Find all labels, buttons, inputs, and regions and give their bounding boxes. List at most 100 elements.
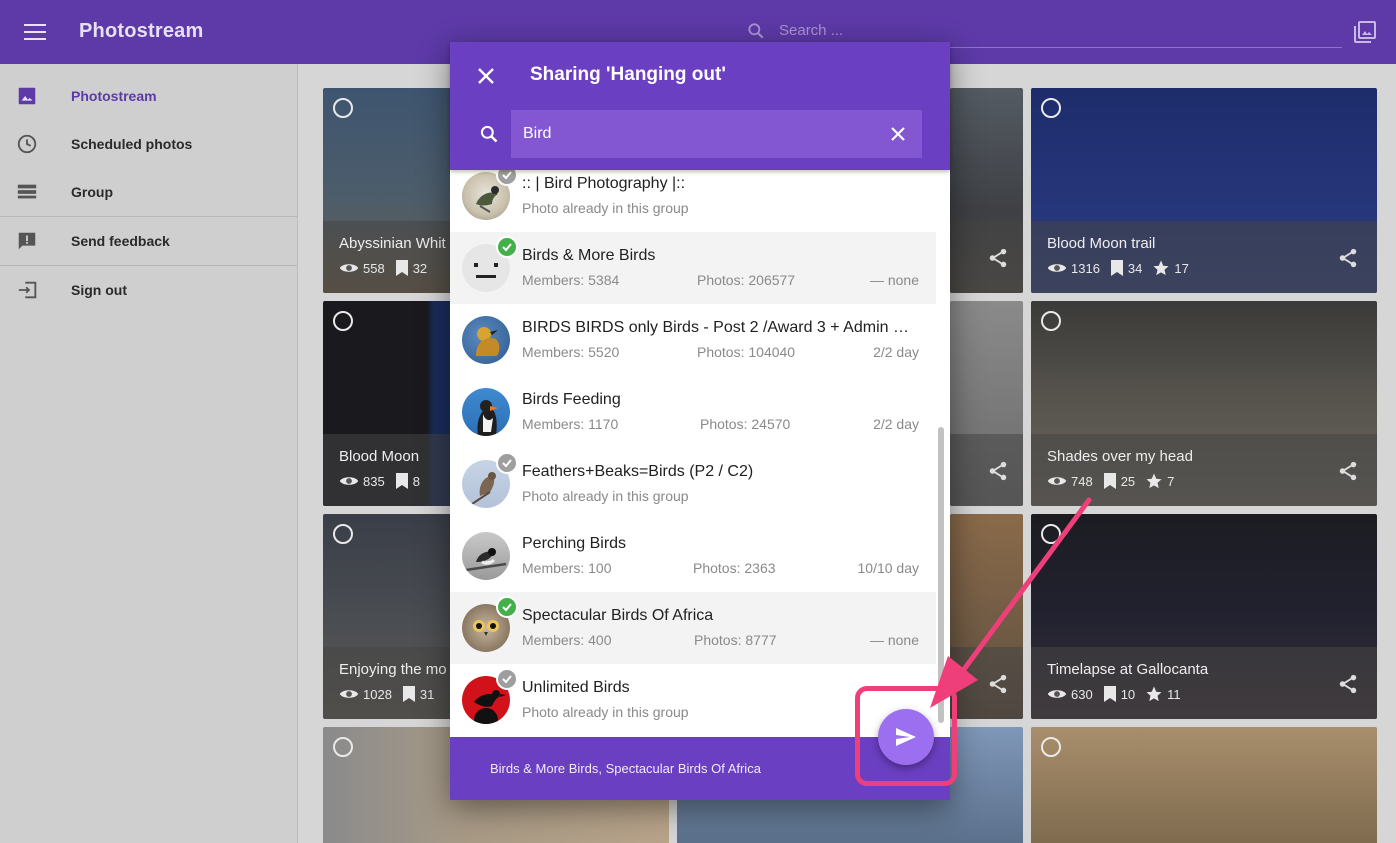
photo-stats: 835 8	[339, 472, 430, 490]
group-avatar	[462, 388, 510, 436]
photo-tile[interactable]: Blood Moon trail 1316 34 17	[1031, 88, 1377, 293]
bookmark-icon	[1110, 260, 1123, 276]
select-circle[interactable]	[1041, 737, 1061, 757]
group-photos: Photos: 24570	[700, 416, 791, 432]
list-scrollbar[interactable]	[938, 427, 944, 723]
group-limit: 2/2 day	[873, 416, 919, 432]
photo-tile[interactable]	[950, 88, 1023, 293]
photo-stats: 1028 31	[339, 685, 444, 703]
group-row[interactable]: Perching Birds Members: 100 Photos: 2363…	[450, 520, 936, 592]
eye-icon	[1047, 477, 1067, 485]
photo-tile[interactable]: Shades over my head 748 25 7	[1031, 301, 1377, 506]
group-avatar	[462, 316, 510, 364]
views-count: 1028	[363, 686, 392, 702]
search-placeholder: Search ...	[779, 22, 844, 39]
group-search-input[interactable]	[523, 122, 863, 146]
group-row[interactable]: BIRDS BIRDS only Birds - Post 2 /Award 3…	[450, 304, 936, 376]
sidebar-item-sign-out[interactable]: Sign out	[0, 266, 298, 314]
app-title: Photostream	[79, 20, 204, 42]
group-row[interactable]: Birds & More Birds Members: 5384 Photos:…	[450, 232, 936, 304]
stars-count: 17	[1174, 260, 1189, 276]
views-count: 1316	[1071, 260, 1100, 276]
photo-tile[interactable]	[1031, 727, 1377, 843]
photo-stats: 748 25 7	[1047, 472, 1184, 490]
sign-out-icon	[18, 281, 37, 299]
select-circle[interactable]	[333, 737, 353, 757]
select-circle[interactable]	[333, 524, 353, 544]
bookmark-icon	[1103, 473, 1116, 489]
close-icon[interactable]	[476, 66, 496, 86]
views-count: 630	[1071, 686, 1093, 702]
search-icon	[480, 125, 498, 143]
photo-library-icon[interactable]	[1353, 20, 1377, 44]
selected-groups-summary: Birds & More Birds, Spectacular Birds Of…	[490, 761, 761, 776]
eye-icon	[1047, 690, 1067, 698]
bookmark-icon	[395, 260, 408, 276]
views-count: 748	[1071, 473, 1093, 489]
photo-title: Blood Moon trail	[1047, 235, 1156, 252]
faves-count: 31	[419, 686, 435, 702]
views-count: 558	[363, 260, 385, 276]
sidebar-item-label: Group	[71, 184, 113, 200]
group-avatar	[462, 532, 510, 580]
photo-tile[interactable]	[950, 514, 1023, 719]
select-circle[interactable]	[333, 311, 353, 331]
views-count: 835	[363, 473, 385, 489]
dialog-title: Sharing 'Hanging out'	[530, 64, 726, 85]
clear-icon[interactable]	[890, 126, 906, 142]
bookmark-icon	[1103, 686, 1116, 702]
eye-icon	[339, 690, 359, 698]
photo-info	[950, 647, 1023, 719]
group-members: Members: 5384	[522, 272, 620, 288]
share-icon[interactable]	[1337, 460, 1359, 482]
bookmark-icon	[402, 686, 415, 702]
photo-tile[interactable]	[950, 301, 1023, 506]
group-status: Photo already in this group	[522, 488, 689, 504]
group-status: Photo already in this group	[522, 704, 689, 720]
sidebar-item-scheduled[interactable]: Scheduled photos	[0, 120, 298, 168]
eye-icon	[1047, 264, 1067, 272]
group-name: Perching Birds	[522, 535, 627, 552]
select-circle[interactable]	[1041, 524, 1061, 544]
sidebar-item-label: Scheduled photos	[71, 136, 193, 152]
sidebar-item-photostream[interactable]: Photostream	[0, 72, 298, 120]
group-search-field[interactable]	[511, 110, 922, 158]
share-icon[interactable]	[1337, 247, 1359, 269]
share-icon[interactable]	[987, 460, 1009, 482]
photo-info	[950, 434, 1023, 506]
select-circle[interactable]	[1041, 98, 1061, 118]
group-row[interactable]: Feathers+Beaks=Birds (P2 / C2) Photo alr…	[450, 448, 936, 520]
sidebar-item-group[interactable]: Group	[0, 168, 298, 216]
sidebar-item-label: Sign out	[71, 282, 127, 298]
share-icon[interactable]	[987, 673, 1009, 695]
select-circle[interactable]	[333, 98, 353, 118]
faves-count: 34	[1127, 260, 1143, 276]
group-row[interactable]: :: | Bird Photography |:: Photo already …	[450, 170, 936, 232]
share-icon[interactable]	[1337, 673, 1359, 695]
eye-icon	[339, 477, 359, 485]
photo-tile[interactable]: Timelapse at Gallocanta 630 10 11	[1031, 514, 1377, 719]
check-icon	[496, 170, 518, 186]
bookmark-icon	[395, 473, 408, 489]
sidebar-item-label: Send feedback	[71, 233, 170, 249]
menu-icon[interactable]	[24, 24, 46, 40]
share-icon[interactable]	[987, 247, 1009, 269]
group-status: Photo already in this group	[522, 200, 689, 216]
group-row[interactable]: Spectacular Birds Of Africa Members: 400…	[450, 592, 936, 664]
group-limit: — none	[869, 632, 919, 648]
photo-info: Shades over my head 748 25 7	[1031, 434, 1377, 506]
group-members: Members: 100	[522, 560, 612, 576]
group-name: Birds & More Birds	[522, 247, 656, 264]
group-limit: 10/10 day	[857, 560, 920, 576]
photo-stats: 558 32	[339, 259, 437, 277]
group-limit: — none	[869, 272, 919, 288]
group-row[interactable]: Birds Feeding Members: 1170 Photos: 2457…	[450, 376, 936, 448]
sidebar-item-feedback[interactable]: Send feedback	[0, 217, 298, 265]
check-icon	[496, 668, 518, 690]
photo-title: Shades over my head	[1047, 448, 1193, 465]
select-circle[interactable]	[1041, 311, 1061, 331]
check-icon	[496, 596, 518, 618]
photo-info	[950, 221, 1023, 293]
photo-title: Blood Moon	[339, 448, 420, 465]
group-name: :: | Bird Photography |::	[522, 175, 686, 192]
